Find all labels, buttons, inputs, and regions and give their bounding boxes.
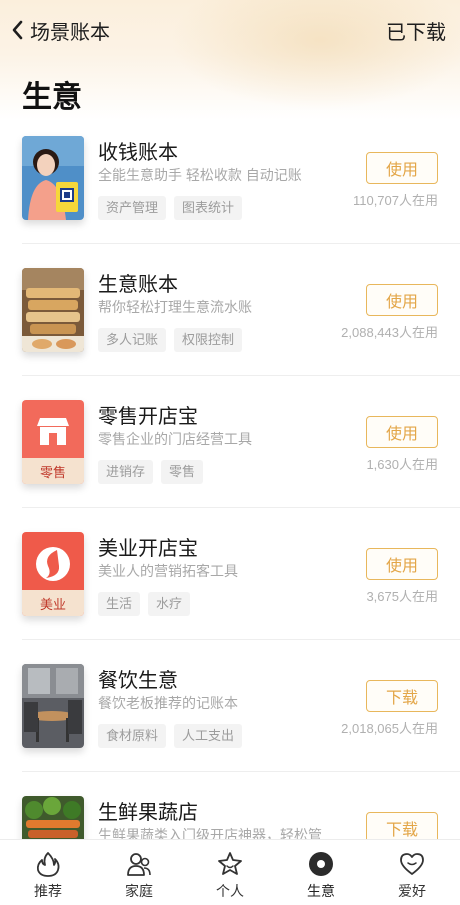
business-dot-icon (309, 852, 333, 876)
user-count: 1,630人在用 (366, 457, 438, 472)
download-button[interactable]: 下载 (366, 680, 438, 712)
family-icon (127, 853, 151, 876)
tag: 水疗 (148, 592, 191, 616)
tab-recommend[interactable]: 推荐 (14, 840, 82, 905)
tag: 人工支出 (174, 724, 243, 748)
thumbnail-restaurant (22, 664, 84, 748)
item-tags: 资产管理 图表统计 (98, 196, 243, 220)
chevron-left-icon (12, 20, 23, 40)
item-desc: 零售企业的门店经营工具 (98, 431, 252, 447)
item-name: 生意账本 (98, 274, 178, 296)
tag: 进销存 (98, 460, 154, 484)
item-desc: 美业人的营销拓客工具 (98, 563, 238, 579)
nav-bar: 场景账本 已下载 (0, 0, 460, 60)
tab-label: 爱好 (398, 883, 426, 899)
use-button[interactable]: 使用 (366, 152, 438, 184)
user-count: 2,018,065人在用 (341, 721, 438, 736)
heart-icon (400, 853, 424, 875)
item-name: 生鲜果蔬店 (98, 802, 198, 824)
tab-label: 生意 (307, 883, 335, 899)
item-name: 美业开店宝 (98, 538, 198, 560)
item-tags: 多人记账 权限控制 (98, 328, 243, 352)
list-item[interactable]: 收钱账本 全能生意助手 轻松收款 自动记账 资产管理 图表统计 使用 110,7… (22, 112, 460, 244)
bottom-tab-bar: 推荐 家庭 个人 生意 爱好 (0, 839, 460, 905)
tag: 权限控制 (174, 328, 243, 352)
tab-family[interactable]: 家庭 (105, 840, 173, 905)
item-tags: 进销存 零售 (98, 460, 204, 484)
star-face-icon (218, 852, 242, 875)
tag: 多人记账 (98, 328, 167, 352)
list-item[interactable]: 生意账本 帮你轻松打理生意流水账 多人记账 权限控制 使用 2,088,443人… (22, 244, 460, 376)
tag: 资产管理 (98, 196, 167, 220)
ledger-list: 收钱账本 全能生意助手 轻松收款 自动记账 资产管理 图表统计 使用 110,7… (0, 112, 460, 904)
thumbnail-food-stall (22, 268, 84, 352)
item-name: 餐饮生意 (98, 670, 178, 692)
thumbnail-woman-qr (22, 136, 84, 220)
section-title: 生意 (22, 81, 82, 114)
tag: 食材原料 (98, 724, 167, 748)
thumbnail-label: 美业 (39, 598, 66, 613)
downloaded-link[interactable]: 已下载 (386, 16, 446, 45)
item-tags: 生活 水疗 (98, 592, 191, 616)
user-count: 2,088,443人在用 (341, 325, 438, 340)
page-title: 场景账本 (30, 21, 110, 44)
back-button[interactable]: 场景账本 (10, 16, 110, 45)
tab-label: 推荐 (34, 883, 62, 899)
tab-label: 个人 (216, 883, 244, 899)
tab-hobby[interactable]: 爱好 (378, 840, 446, 905)
use-button[interactable]: 使用 (366, 416, 438, 448)
tab-personal[interactable]: 个人 (196, 840, 264, 905)
user-count: 3,675人在用 (366, 589, 438, 604)
list-item[interactable]: 美业 美业开店宝 美业人的营销拓客工具 生活 水疗 使用 3,675人在用 (22, 508, 460, 640)
thumbnail-beauty: 美业 (22, 532, 84, 616)
tag: 生活 (98, 592, 141, 616)
item-tags: 食材原料 人工支出 (98, 724, 243, 748)
use-button[interactable]: 使用 (366, 284, 438, 316)
item-desc: 餐饮老板推荐的记账本 (98, 695, 238, 711)
user-count: 110,707人在用 (352, 193, 438, 208)
thumbnail-retail: 零售 (22, 400, 84, 484)
item-name: 零售开店宝 (98, 406, 198, 428)
item-desc: 帮你轻松打理生意流水账 (98, 299, 252, 315)
list-item[interactable]: 零售 零售开店宝 零售企业的门店经营工具 进销存 零售 使用 1,630人在用 (22, 376, 460, 508)
tag: 零售 (161, 460, 204, 484)
beauty-icon (36, 547, 70, 581)
item-desc: 全能生意助手 轻松收款 自动记账 (98, 167, 302, 183)
tab-label: 家庭 (125, 883, 153, 899)
shop-icon (37, 418, 69, 445)
thumbnail-label: 零售 (39, 466, 66, 481)
item-name: 收钱账本 (98, 142, 178, 164)
use-button[interactable]: 使用 (366, 548, 438, 580)
tab-business[interactable]: 生意 (287, 840, 355, 905)
tag: 图表统计 (174, 196, 243, 220)
flame-icon (36, 852, 60, 877)
list-item[interactable]: 餐饮生意 餐饮老板推荐的记账本 食材原料 人工支出 下载 2,018,065人在… (22, 640, 460, 772)
